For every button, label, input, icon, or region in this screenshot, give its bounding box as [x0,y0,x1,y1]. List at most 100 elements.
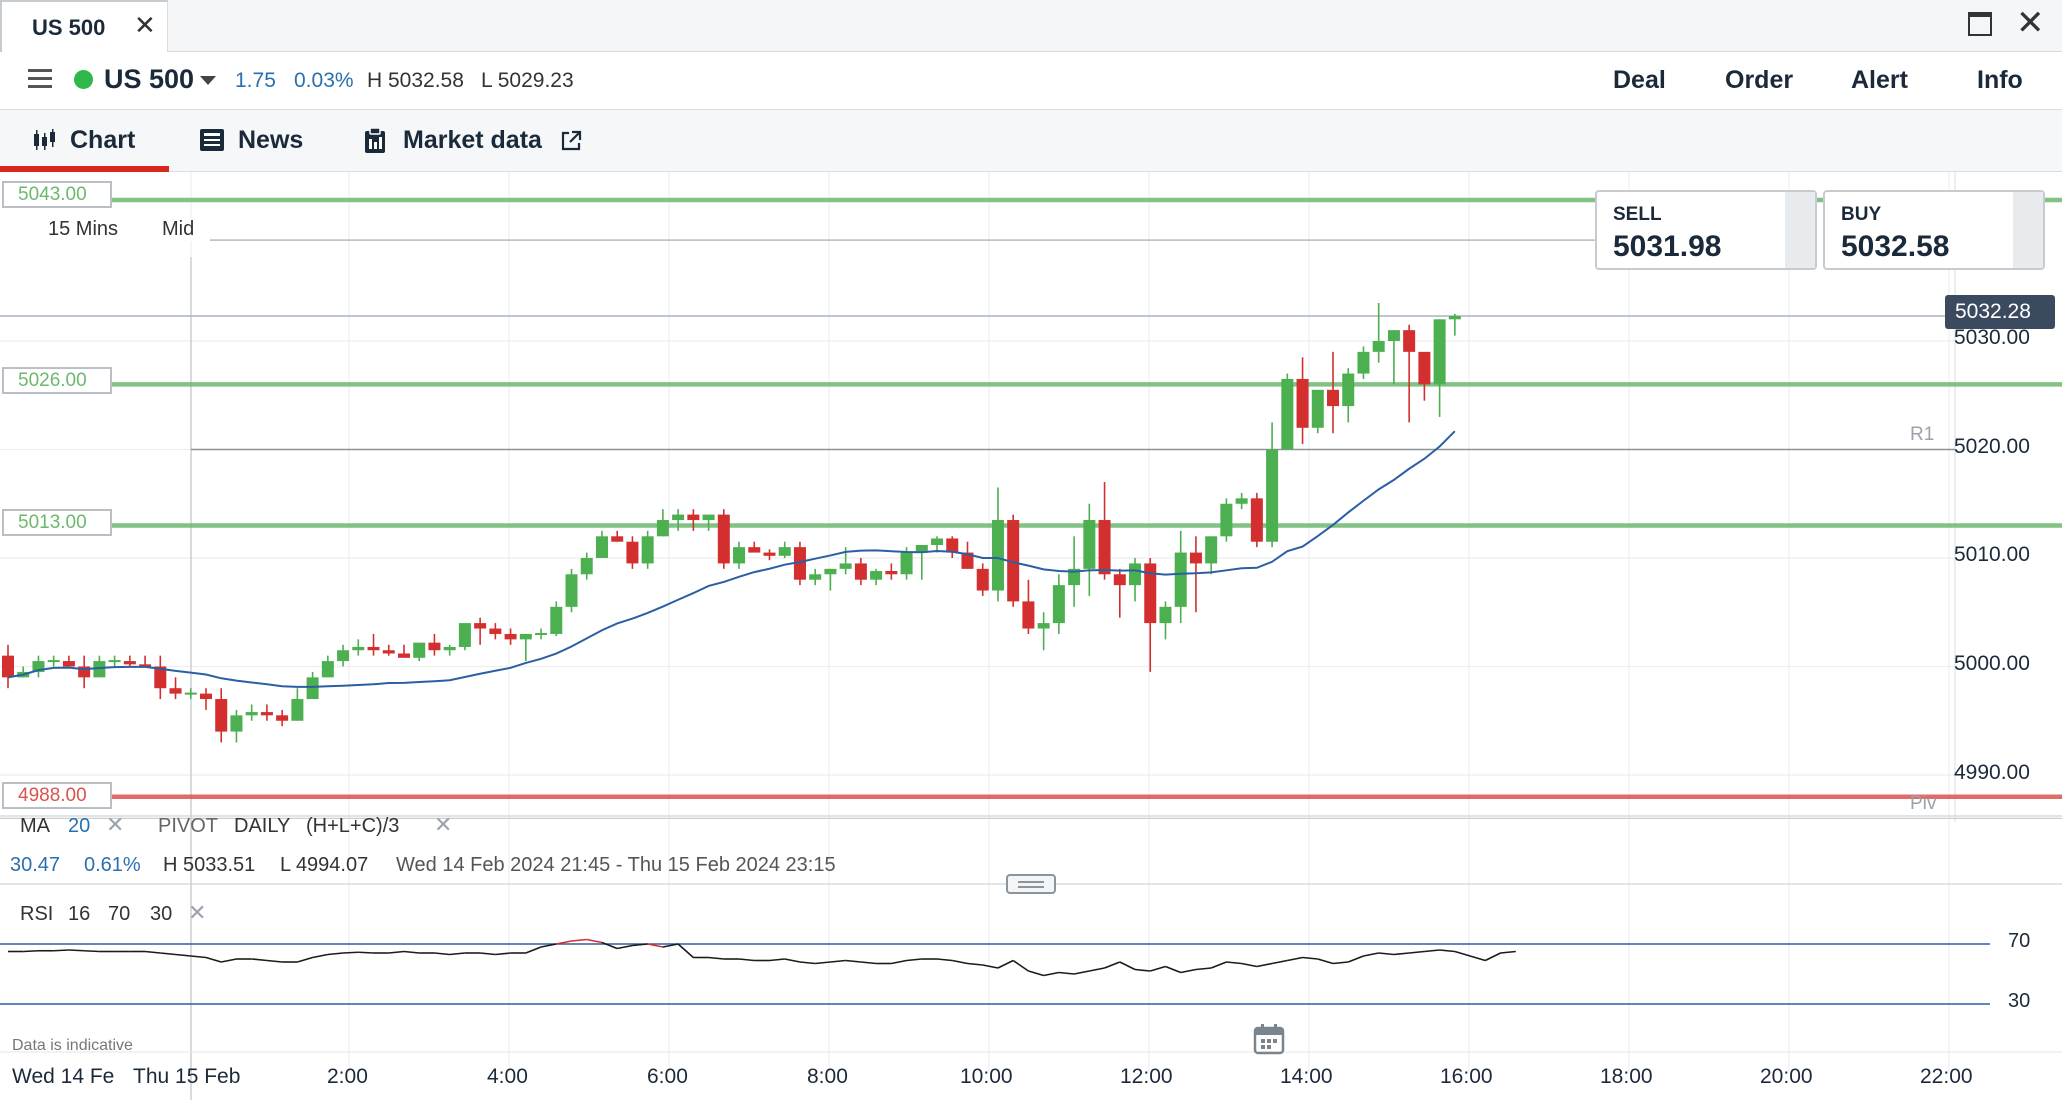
candle-body [245,712,258,716]
candle-body [946,538,959,553]
alert-button[interactable]: Alert [1851,66,1908,95]
price-type-selector[interactable]: Mid [150,218,205,241]
pane-resize-handle[interactable] [1006,874,1056,894]
remove-pivot-icon[interactable]: ✕ [434,812,452,838]
candle-body [809,574,822,580]
info-button[interactable]: Info [1977,66,2023,95]
rsi-line-segment [617,944,633,950]
remove-ma-icon[interactable]: ✕ [106,812,124,838]
tab-market-data[interactable]: Market data [403,126,542,155]
ma-period[interactable]: 20 [68,815,90,838]
buy-button[interactable]: BUY 5032.58 [1823,190,2045,270]
rsi-line-segment [1134,968,1151,972]
pivot-legend[interactable]: PIVOT [158,815,218,838]
rsi-line-segment [1104,961,1121,969]
rsi-line-segment [708,956,724,960]
close-tab-icon[interactable]: ✕ [134,12,156,38]
rsi-legend[interactable]: RSI [20,903,53,926]
level-label-4[interactable]: 4988.00 [2,782,112,809]
pivot-formula[interactable]: (H+L+C)/3 [306,815,399,838]
rsi-line-segment [1012,959,1029,972]
order-button[interactable]: Order [1725,66,1793,95]
instrument-name[interactable]: US 500 [104,64,194,95]
menu-icon[interactable] [28,69,52,89]
day-low: L 5029.23 [481,69,574,92]
rsi-line-segment [1073,970,1090,975]
candle-body [885,571,898,575]
candle-body [672,514,685,521]
pivot-period[interactable]: DAILY [234,815,290,838]
period-change: 30.47 [10,854,61,876]
ma-legend[interactable]: MA [20,815,50,838]
rsi-line-segment [312,953,328,959]
x-axis-label: 4:00 [487,1065,528,1088]
rsi-period[interactable]: 16 [68,903,90,926]
rsi-line-segment [799,961,816,965]
candle-body [1113,574,1126,586]
ma-line [7,430,1456,688]
chevron-down-icon[interactable] [200,76,216,85]
level-label-2[interactable]: 5026.00 [2,367,112,394]
rsi-line-segment [1347,955,1364,963]
rsi-line-segment [997,959,1014,969]
rsi-line-segment [936,958,953,962]
price-chart[interactable] [0,172,2062,1100]
external-link-icon[interactable] [560,130,582,152]
rsi-line-segment [53,949,69,952]
rsi-line-segment [480,952,496,956]
candle-body [778,547,791,556]
rsi-line-segment [434,952,450,956]
level-label-1[interactable]: 5043.00 [2,181,112,208]
rsi-line-segment [205,956,222,963]
candle-body [687,514,700,521]
candle-body [1296,378,1309,428]
buy-price: 5032.58 [1841,230,1950,263]
sell-button-strip [1785,192,1815,268]
candle-body [2,655,14,678]
tab-news[interactable]: News [238,126,303,155]
candle-body [580,558,593,575]
period-change-percent: 0.61% [84,854,141,876]
candle-body [1250,498,1263,542]
rsi-line-segment [144,950,161,954]
candle-body [1372,341,1385,352]
close-window-icon[interactable]: ✕ [2016,6,2045,40]
rsi-line-segment [815,961,831,965]
x-axis-label: 6:00 [647,1065,688,1088]
candle-body [656,520,669,537]
candle-body [1174,552,1187,607]
price-change: 1.75 [235,69,276,92]
candle-body [991,520,1004,591]
x-axis-label: 20:00 [1760,1065,1813,1088]
candle-body [504,633,517,640]
candle-body [199,693,212,700]
sell-button[interactable]: SELL 5031.98 [1595,190,1817,270]
tab-chart[interactable]: Chart [70,126,135,155]
timeframe-selector[interactable]: 15 Mins [30,218,131,241]
maximize-icon[interactable] [1968,12,1992,36]
rsi-line-segment [68,949,85,952]
candle-body [1418,351,1431,385]
rsi-line-segment [1500,950,1516,954]
rsi-line-segment [967,962,983,966]
rsi-upper[interactable]: 70 [108,903,130,926]
candle-body [306,677,319,700]
rsi-line-segment [84,949,100,953]
rsi-line-segment [1454,950,1471,957]
calendar-icon[interactable] [1253,1023,1285,1055]
period-low: L 4994.07 [280,854,369,876]
rsi-line-segment [266,959,283,963]
rsi-line-segment [830,959,846,963]
rsi-line-segment [221,958,237,963]
deal-button[interactable]: Deal [1613,66,1666,95]
window-tab[interactable]: US 500 ✕ [0,0,168,52]
level-label-3[interactable]: 5013.00 [2,509,112,536]
remove-rsi-icon[interactable]: ✕ [188,900,206,926]
y-axis-label: 5010.00 [1954,543,2030,566]
rsi-line-segment [1317,958,1334,965]
candle-body [519,633,532,640]
rsi-line-segment [403,950,420,954]
candle-body [215,699,228,732]
rsi-line-segment [251,958,267,962]
rsi-lower[interactable]: 30 [150,903,172,926]
